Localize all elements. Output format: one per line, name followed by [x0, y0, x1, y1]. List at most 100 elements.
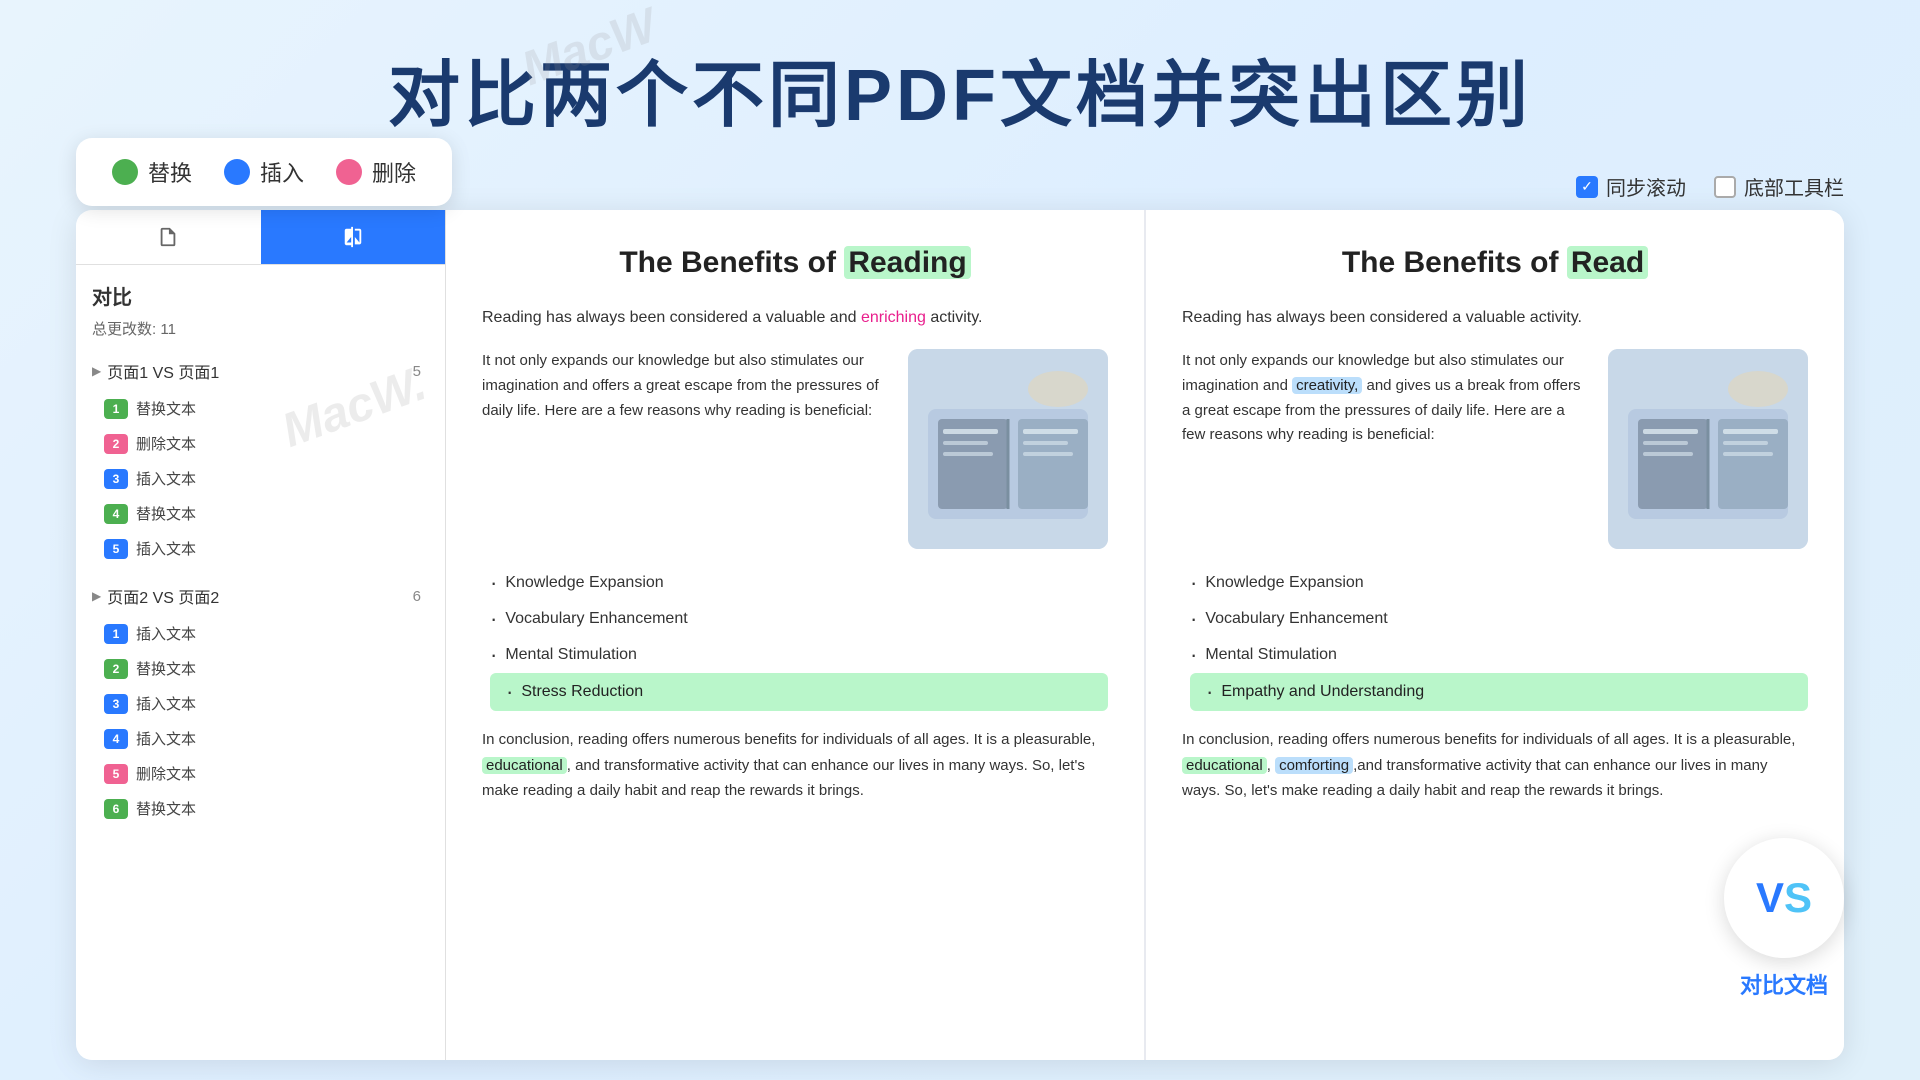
sidebar-item-1-1[interactable]: 1 替换文本 — [100, 391, 429, 426]
sidebar-item-2-3[interactable]: 3 插入文本 — [100, 686, 429, 721]
item-2-2-label: 替换文本 — [136, 658, 196, 679]
pdf-left-title-prefix: The Benefits of — [619, 246, 844, 279]
right-bullet-1: Knowledge Expansion — [1190, 565, 1808, 601]
main-layout: 对比 总更改数: 11 ▶ 页面1 VS 页面1 5 1 替换文本 2 删除文本 — [76, 210, 1844, 1060]
pdf-right-content-row: It not only expands our knowledge but al… — [1182, 349, 1808, 549]
sync-scroll-label: 同步滚动 — [1606, 172, 1686, 201]
item-2-6-label: 替换文本 — [136, 798, 196, 819]
pdf-left-image — [908, 349, 1108, 549]
badge-1-4: 4 — [104, 504, 128, 524]
badge-1-5: 5 — [104, 539, 128, 559]
legend-delete-label: 删除 — [372, 156, 416, 188]
pdf-right-intro: Reading has always been considered a val… — [1182, 304, 1808, 331]
sidebar-item-2-5[interactable]: 5 删除文本 — [100, 756, 429, 791]
badge-2-5: 5 — [104, 764, 128, 784]
badge-2-6: 6 — [104, 799, 128, 819]
badge-1-2: 2 — [104, 434, 128, 454]
pdf-left-title: The Benefits of Reading — [482, 246, 1108, 280]
vs-badge-circle: VS — [1724, 838, 1844, 958]
sidebar-subtitle: 总更改数: 11 — [92, 318, 429, 339]
badge-2-1: 1 — [104, 624, 128, 644]
pdf-right-text: It not only expands our knowledge but al… — [1182, 349, 1592, 549]
sidebar-item-1-5[interactable]: 5 插入文本 — [100, 531, 429, 566]
sidebar-tab-file[interactable] — [76, 210, 261, 264]
pdf-panel-left[interactable]: The Benefits of Reading Reading has alwa… — [446, 210, 1146, 1060]
left-bullet-4-stress: Stress Reduction — [490, 673, 1108, 711]
sidebar-group-2: ▶ 页面2 VS 页面2 6 1 插入文本 2 替换文本 3 插入文本 — [92, 576, 429, 826]
item-2-4-label: 插入文本 — [136, 728, 196, 749]
pdf-right-title-prefix: The Benefits of — [1342, 246, 1567, 279]
group-2-arrow: ▶ — [92, 589, 101, 603]
item-2-3-label: 插入文本 — [136, 693, 196, 714]
legend-delete: 删除 — [336, 156, 416, 188]
sidebar-item-2-2[interactable]: 2 替换文本 — [100, 651, 429, 686]
item-1-3-label: 插入文本 — [136, 468, 196, 489]
sidebar-item-1-2[interactable]: 2 删除文本 — [100, 426, 429, 461]
right-empathy-text: Empathy and Understanding — [1221, 683, 1424, 701]
sidebar-compare-title: 对比 — [92, 281, 429, 310]
legend-dot-green — [112, 159, 138, 185]
pdf-left-text: It not only expands our knowledge but al… — [482, 349, 892, 549]
sidebar: 对比 总更改数: 11 ▶ 页面1 VS 页面1 5 1 替换文本 2 删除文本 — [76, 210, 446, 1060]
group-1-arrow: ▶ — [92, 364, 101, 378]
sidebar-group-2-items: 1 插入文本 2 替换文本 3 插入文本 4 插入文本 — [92, 616, 429, 826]
right-bullet-4-empathy: Empathy and Understanding — [1190, 673, 1808, 711]
content-area: The Benefits of Reading Reading has alwa… — [446, 210, 1844, 1060]
left-bullet-3: Mental Stimulation — [490, 637, 1108, 673]
bottom-toolbar-label: 底部工具栏 — [1744, 172, 1844, 201]
sidebar-group-1-items: 1 替换文本 2 删除文本 3 插入文本 4 替换文本 — [92, 391, 429, 566]
right-educational-highlight: educational — [1182, 757, 1267, 774]
legend-box: 替换 插入 删除 — [76, 138, 452, 206]
legend-insert-label: 插入 — [260, 156, 304, 188]
compare-icon — [342, 226, 364, 248]
right-comforting-highlight: comforting — [1275, 757, 1353, 774]
legend-dot-blue — [224, 159, 250, 185]
badge-2-3: 3 — [104, 694, 128, 714]
page-title: 对比两个不同PDF文档并突出区别 — [0, 0, 1920, 161]
badge-1-3: 3 — [104, 469, 128, 489]
sidebar-item-2-1[interactable]: 1 插入文本 — [100, 616, 429, 651]
badge-2-4: 4 — [104, 729, 128, 749]
pdf-left-title-highlight: Reading — [844, 246, 970, 279]
group-2-label: 页面2 VS 页面2 — [107, 584, 219, 608]
right-bullet-2: Vocabulary Enhancement — [1190, 601, 1808, 637]
file-icon — [157, 226, 179, 248]
badge-1-1: 1 — [104, 399, 128, 419]
legend-insert: 插入 — [224, 156, 304, 188]
item-1-5-label: 插入文本 — [136, 538, 196, 559]
bottom-toolbar-control[interactable]: 底部工具栏 — [1714, 172, 1844, 201]
sidebar-item-2-6[interactable]: 6 替换文本 — [100, 791, 429, 826]
sidebar-item-2-4[interactable]: 4 插入文本 — [100, 721, 429, 756]
left-stress-reduction-text: Stress Reduction — [521, 683, 643, 701]
sidebar-item-1-3[interactable]: 3 插入文本 — [100, 461, 429, 496]
legend-dot-red — [336, 159, 362, 185]
sidebar-group-1-header[interactable]: ▶ 页面1 VS 页面1 5 — [92, 351, 429, 391]
top-controls: ✓ 同步滚动 底部工具栏 — [1576, 172, 1844, 201]
item-1-2-label: 删除文本 — [136, 433, 196, 454]
pdf-right-title: The Benefits of Read — [1182, 246, 1808, 280]
item-2-5-label: 删除文本 — [136, 763, 196, 784]
pdf-left-intro: Reading has always been considered a val… — [482, 304, 1108, 331]
sidebar-tab-compare[interactable] — [261, 210, 446, 264]
left-bullet-1: Knowledge Expansion — [490, 565, 1108, 601]
sidebar-group-1: ▶ 页面1 VS 页面1 5 1 替换文本 2 删除文本 3 插入文本 — [92, 351, 429, 566]
sync-scroll-control[interactable]: ✓ 同步滚动 — [1576, 172, 1686, 201]
left-enriching-highlight: enriching — [861, 309, 926, 326]
group-1-label: 页面1 VS 页面1 — [107, 359, 219, 383]
item-1-1-label: 替换文本 — [136, 398, 196, 419]
badge-2-2: 2 — [104, 659, 128, 679]
sync-scroll-checkbox[interactable]: ✓ — [1576, 176, 1598, 198]
sidebar-group-2-header[interactable]: ▶ 页面2 VS 页面2 6 — [92, 576, 429, 616]
vs-badge-label: 对比文档 — [1724, 968, 1844, 1000]
pdf-right-title-highlight: Read — [1567, 246, 1648, 279]
pdf-right-conclusion: In conclusion, reading offers numerous b… — [1182, 727, 1808, 804]
pdf-left-conclusion: In conclusion, reading offers numerous b… — [482, 727, 1108, 804]
bottom-toolbar-checkbox[interactable] — [1714, 176, 1736, 198]
pdf-left-content-row: It not only expands our knowledge but al… — [482, 349, 1108, 549]
left-bullet-2: Vocabulary Enhancement — [490, 601, 1108, 637]
vs-badge: VS 对比文档 — [1724, 838, 1844, 1000]
sidebar-item-1-4[interactable]: 4 替换文本 — [100, 496, 429, 531]
left-educational-highlight: educational — [482, 757, 567, 774]
sidebar-content: 对比 总更改数: 11 ▶ 页面1 VS 页面1 5 1 替换文本 2 删除文本 — [76, 265, 445, 1060]
legend-replace-label: 替换 — [148, 156, 192, 188]
